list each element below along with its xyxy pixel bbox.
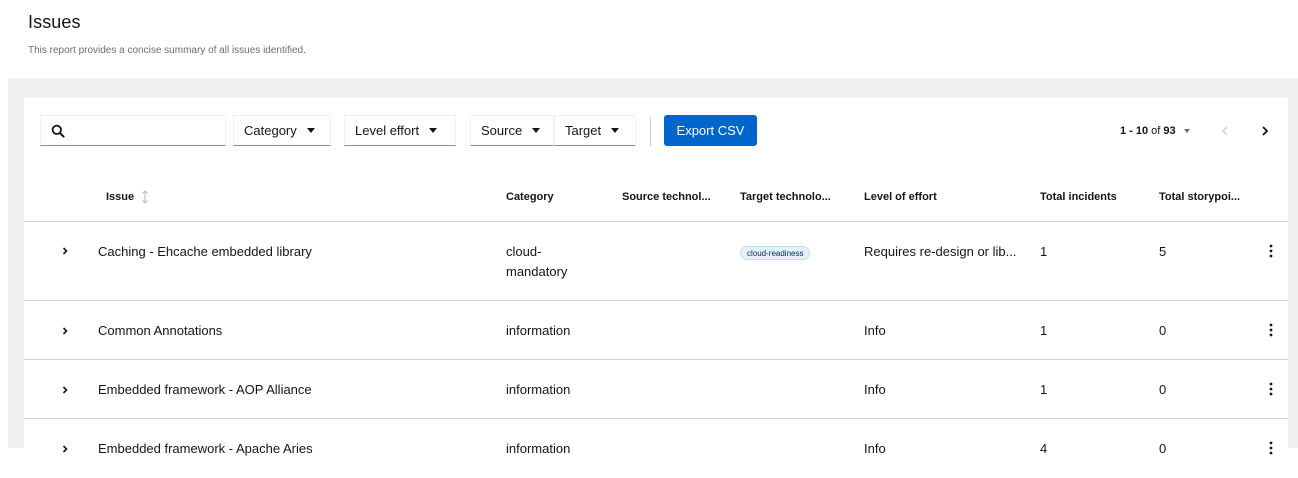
pagination-total: 93 [1163,124,1176,137]
search-input[interactable] [75,120,215,142]
issue-total-storypoints: 0 [1159,441,1167,456]
table-header: Issue Category Source technol... Target … [24,162,1288,222]
level-effort-filter-label: Level effort [355,123,420,138]
angle-right-icon[interactable] [60,444,70,454]
issue-level-of-effort: Info [864,441,886,456]
category-filter-label: Category [244,123,297,138]
issue-name[interactable]: Caching - Ehcache embedded library [98,244,312,259]
source-filter-dropdown[interactable]: Source [470,115,554,146]
table-row: Embedded framework - Apache Aries inform… [24,419,1288,478]
caret-down-icon [1183,128,1190,133]
issue-category: information [506,323,571,338]
issue-level-of-effort: Info [864,382,886,397]
column-header-total-storypoints[interactable]: Total storypoi... [1159,191,1240,203]
target-filter-label: Target [565,123,602,138]
level-effort-filter-dropdown[interactable]: Level effort [344,115,456,146]
issue-name[interactable]: Common Annotations [98,323,222,338]
caret-down-icon [429,128,438,133]
issue-total-incidents: 4 [1040,441,1048,456]
angle-right-icon[interactable] [60,246,70,256]
table-row: Common Annotations information Info 1 0 [24,301,1288,360]
table-row: Embedded framework - AOP Alliance inform… [24,360,1288,419]
search-box[interactable] [40,115,226,146]
search-icon [51,124,65,138]
issue-category: information [506,382,571,397]
caret-down-icon [611,128,620,133]
column-header-total-incidents[interactable]: Total incidents [1040,191,1117,203]
pagination-toggle[interactable]: 1 - 10 of 93 [1120,115,1190,146]
pagination-of: of [1151,124,1161,137]
issue-level-of-effort: Requires re-design or lib... [864,244,1017,259]
issue-total-storypoints: 0 [1159,323,1167,338]
issue-total-storypoints: 0 [1159,382,1167,397]
ellipsis-vertical-icon[interactable] [1269,441,1273,455]
target-technology-label: cloud-readiness [740,246,811,260]
issue-total-incidents: 1 [1040,382,1048,397]
export-csv-button[interactable]: Export CSV [664,115,757,146]
page-description: This report provides a concise summary o… [28,45,306,56]
toolbar-divider [650,117,651,146]
angle-right-icon[interactable] [1256,122,1274,140]
page-header: Issues This report provides a concise su… [28,0,1278,78]
page-section: Category Level effort Source Target Expo… [8,78,1298,456]
category-filter-dropdown[interactable]: Category [233,115,331,146]
table-row: Caching - Ehcache embedded library cloud… [24,222,1288,301]
caret-down-icon [306,128,315,133]
pagination-range: 1 - 10 [1120,124,1149,137]
issues-table-card: Category Level effort Source Target Expo… [24,98,1288,456]
column-header-category[interactable]: Category [506,191,554,203]
caret-down-icon [532,128,541,133]
issue-name[interactable]: Embedded framework - AOP Alliance [98,382,312,397]
issue-total-incidents: 1 [1040,244,1048,259]
angle-left-icon[interactable] [1216,122,1234,140]
table-toolbar: Category Level effort Source Target Expo… [24,98,1288,162]
ellipsis-vertical-icon[interactable] [1269,323,1273,337]
column-header-source-technology[interactable]: Source technol... [622,191,711,203]
page-title: Issues [28,12,81,32]
issue-level-of-effort: Info [864,323,886,338]
column-header-target-technology[interactable]: Target technolo... [740,191,831,203]
sort-icon[interactable] [141,190,149,204]
column-header-level-of-effort[interactable]: Level of effort [864,191,937,203]
issue-name[interactable]: Embedded framework - Apache Aries [98,441,313,456]
issue-category: cloud- [506,244,542,259]
angle-right-icon[interactable] [60,385,70,395]
ellipsis-vertical-icon[interactable] [1269,244,1273,258]
ellipsis-vertical-icon[interactable] [1269,382,1273,396]
issue-category: mandatory [506,264,568,279]
angle-right-icon[interactable] [60,326,70,336]
target-filter-dropdown[interactable]: Target [554,115,636,146]
issue-category: information [506,441,571,456]
issue-total-storypoints: 5 [1159,244,1167,259]
source-filter-label: Source [481,123,523,138]
column-header-issue[interactable]: Issue [106,191,134,203]
issue-total-incidents: 1 [1040,323,1048,338]
